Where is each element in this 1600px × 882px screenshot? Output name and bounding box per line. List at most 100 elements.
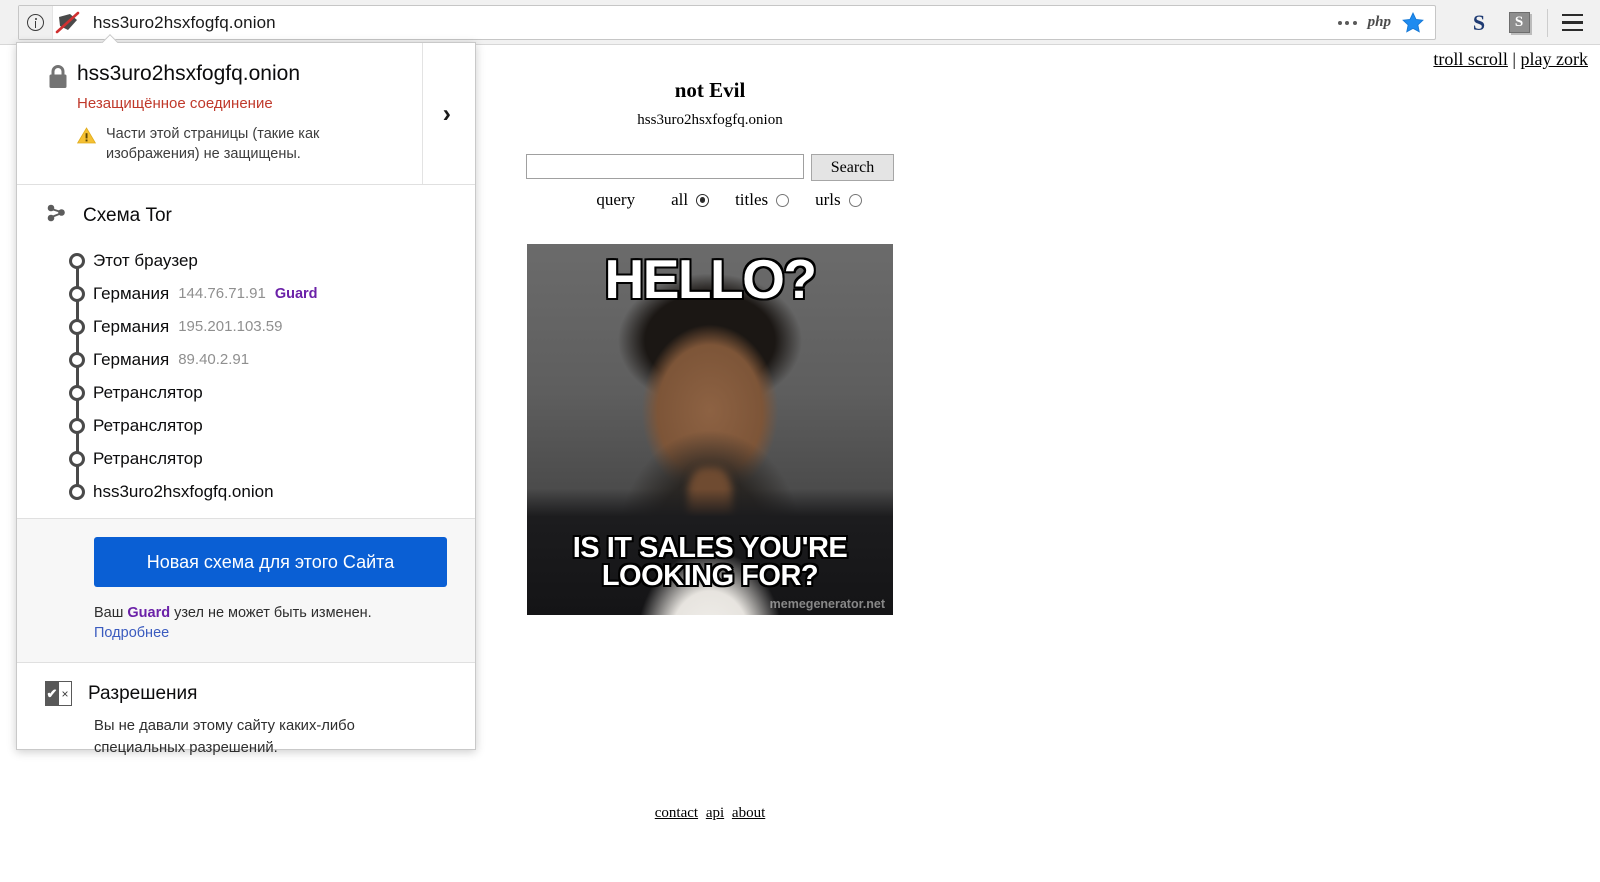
circuit-node-dot: [69, 318, 85, 335]
permissions-check-glyph: ✔: [45, 681, 59, 707]
extension-s-box-button[interactable]: S: [1499, 0, 1539, 45]
query-option-titles[interactable]: titles: [735, 190, 790, 210]
link-troll-scroll[interactable]: troll scroll: [1433, 49, 1508, 69]
url-text[interactable]: hss3uro2hsxfogfq.onion: [93, 13, 276, 33]
padlock-icon: [47, 64, 69, 90]
meme-top-text: HELLO?: [603, 248, 818, 310]
page-subtitle: hss3uro2hsxfogfq.onion: [637, 112, 783, 128]
circuit-node-dot: [69, 450, 85, 467]
guard-note: Ваш Guard узел не может быть изменен.: [94, 605, 445, 621]
panel-connection-status: Незащищённое соединение: [77, 95, 273, 113]
circuit-node: hss3uro2hsxfogfq.onion: [69, 475, 475, 508]
circuit-node-ip: 195.201.103.59: [178, 318, 283, 336]
permissions-checkbox-icon: ✔ ×: [45, 681, 72, 707]
circuit-node-guard-badge: Guard: [274, 285, 318, 302]
warning-triangle-icon: [76, 127, 97, 149]
chevron-right-icon[interactable]: ›: [443, 101, 451, 126]
page-title: not Evil: [674, 78, 746, 102]
guard-note-badge: Guard: [127, 605, 171, 622]
panel-vertical-divider: [422, 43, 423, 185]
query-label: query: [596, 190, 636, 209]
panel-site-section: hss3uro2hsxfogfq.onion Незащищённое соед…: [17, 43, 475, 186]
circuit-node: Германия 89.40.2.91: [69, 343, 475, 376]
permissions-title: Разрешения: [88, 682, 198, 704]
permissions-cross-glyph: ×: [59, 681, 72, 707]
circuit-node-dot: [69, 351, 85, 368]
circuit-node: Ретранслятор: [69, 376, 475, 409]
panel-mixed-content-warning: Части этой страницы (такие как изображен…: [76, 124, 380, 164]
bookmark-star-icon[interactable]: [1402, 12, 1424, 33]
permissions-text: Вы не давали этому сайту каких-либо спец…: [94, 718, 355, 756]
radio-all[interactable]: [696, 193, 710, 207]
guard-note-prefix: Ваш: [94, 605, 128, 622]
panel-circuit-section: Схема Tor Этот браузер Германия 144.76.7…: [17, 185, 475, 520]
circuit-node: Германия 195.201.103.59: [69, 310, 475, 343]
panel-warning-text: Части этой страницы (такие как изображен…: [106, 126, 320, 163]
site-identity-panel: hss3uro2hsxfogfq.onion Незащищённое соед…: [16, 42, 476, 756]
panel-site-host: hss3uro2hsxfogfq.onion: [77, 62, 300, 85]
panel-circuit-header: Схема Tor: [45, 201, 475, 230]
circuit-node-ip: 89.40.2.91: [178, 351, 250, 369]
php-badge-icon[interactable]: php: [1368, 14, 1391, 31]
panel-permissions-section: ✔ × Разрешения Вы не давали этому сайту …: [17, 663, 475, 781]
query-option-titles-label: titles: [735, 190, 769, 209]
search-button[interactable]: Search: [811, 154, 894, 181]
shield-slash-icon[interactable]: [53, 6, 83, 39]
more-dots-icon[interactable]: [1337, 20, 1357, 25]
panel-pointer-arrow: [101, 34, 118, 43]
circuit-node-label: Ретранслятор: [93, 382, 203, 402]
circuit-node: Этот браузер: [69, 244, 475, 277]
query-option-all[interactable]: all: [671, 190, 710, 210]
circuit-node-label: hss3uro2hsxfogfq.onion: [93, 481, 274, 501]
learn-more-link[interactable]: Подробнее: [94, 625, 169, 641]
circuit-node-label: Германия: [93, 283, 170, 303]
extension-s-box-glyph: S: [1508, 12, 1530, 33]
search-input[interactable]: [526, 154, 804, 179]
panel-new-circuit-section: Новая схема для этого Сайта Ваш Guard уз…: [17, 519, 475, 664]
footer-link-contact[interactable]: contact: [655, 805, 698, 821]
query-option-urls[interactable]: urls: [815, 190, 862, 210]
toolbar-extensions: S S: [1459, 0, 1588, 45]
footer-link-api[interactable]: api: [706, 805, 724, 821]
circuit-node-ip: 144.76.71.91: [178, 285, 266, 303]
query-option-all-label: all: [671, 190, 689, 209]
url-bar[interactable]: hss3uro2hsxfogfq.onion php: [18, 5, 1436, 40]
circuit-node: Германия 144.76.71.91 Guard: [69, 277, 475, 310]
info-circle-icon: [27, 14, 44, 31]
circuit-node-dot: [69, 285, 85, 302]
top-links-separator: |: [1507, 49, 1521, 69]
new-circuit-button[interactable]: Новая схема для этого Сайта: [94, 537, 447, 588]
toolbar-divider: [1547, 8, 1548, 37]
circuit-node-label: Этот браузер: [93, 250, 198, 270]
radio-urls[interactable]: [848, 193, 862, 207]
circuit-node-label: Германия: [93, 349, 170, 369]
radio-titles[interactable]: [776, 193, 790, 207]
circuit-node-dot: [69, 252, 85, 269]
extension-s-plain-button[interactable]: S: [1459, 0, 1499, 45]
circuit-node-dot: [69, 384, 85, 401]
panel-circuit-title: Схема Tor: [83, 204, 172, 226]
top-links: troll scroll | play zork: [1433, 49, 1588, 70]
circuit-node-dot: [69, 483, 85, 500]
query-options-row: query all titles urls: [596, 190, 862, 210]
hamburger-menu-icon[interactable]: [1556, 0, 1588, 45]
search-form: Search: [526, 154, 894, 181]
tor-circuit-icon: [45, 201, 69, 230]
circuit-node: Ретранслятор: [69, 409, 475, 442]
shield-slash-glyph: [55, 11, 80, 33]
meme-watermark: memegenerator.net: [769, 597, 885, 611]
circuit-node-label: Ретранслятор: [93, 448, 203, 468]
circuit-node-dot: [69, 417, 85, 434]
site-identity-button[interactable]: [19, 6, 53, 39]
browser-toolbar: hss3uro2hsxfogfq.onion php S S: [0, 0, 1600, 45]
permissions-header: ✔ × Разрешения: [45, 681, 445, 707]
tor-circuit-node-list: Этот браузер Германия 144.76.71.91 Guard…: [69, 244, 475, 508]
circuit-node-label: Ретранслятор: [93, 415, 203, 435]
footer-link-about[interactable]: about: [732, 805, 765, 821]
circuit-node: Ретранслятор: [69, 442, 475, 475]
circuit-node-label: Германия: [93, 316, 170, 336]
link-play-zork[interactable]: play zork: [1521, 49, 1588, 69]
urlbar-right-icons: php: [1337, 12, 1435, 33]
meme-image: HELLO? IS IT SALES YOU'RE LOOKING FOR? m…: [527, 244, 893, 615]
query-option-urls-label: urls: [815, 190, 841, 209]
